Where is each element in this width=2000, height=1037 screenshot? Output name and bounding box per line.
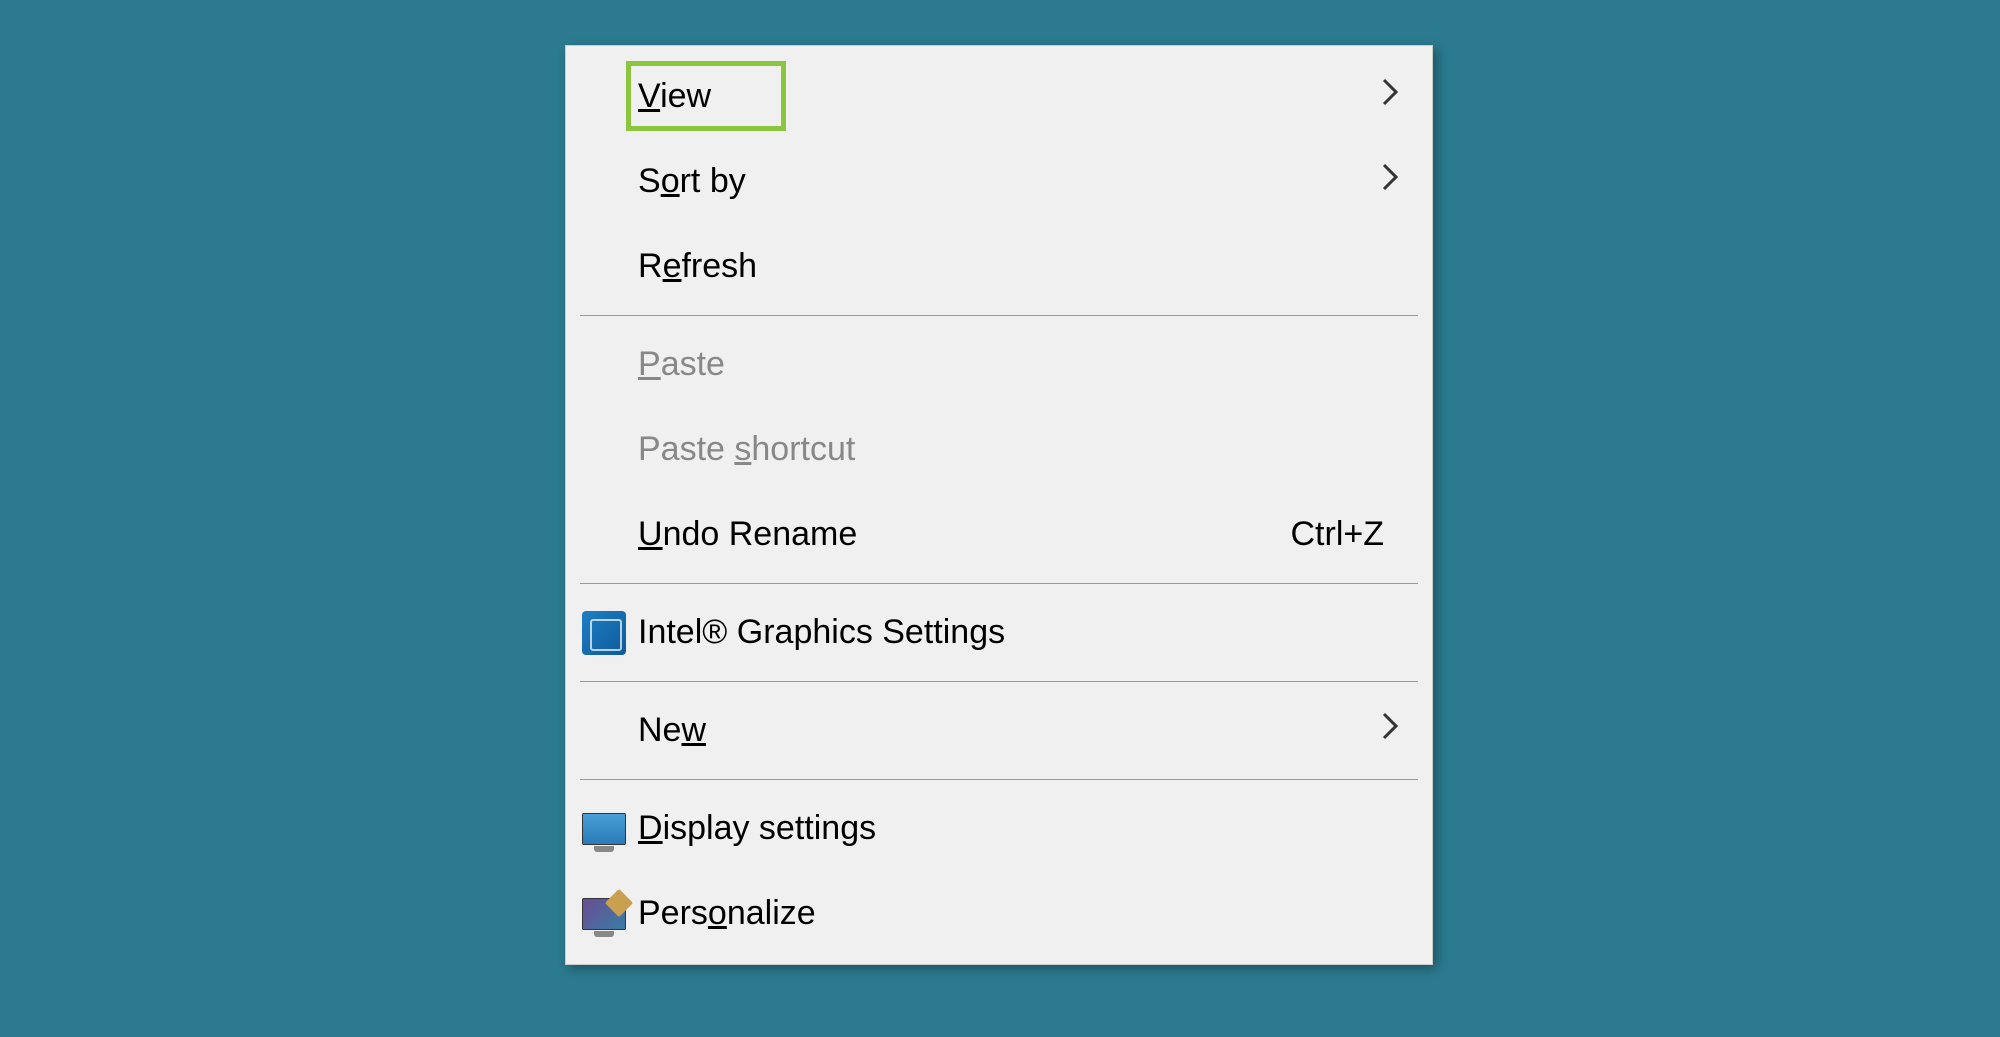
menu-item-refresh[interactable]: Refresh: [566, 224, 1432, 309]
menu-separator: [580, 583, 1418, 584]
menu-item-paste-shortcut: Paste shortcut: [566, 407, 1432, 492]
menu-item-label: View: [638, 77, 1404, 116]
menu-separator: [580, 681, 1418, 682]
menu-item-shortcut: Ctrl+Z: [1291, 515, 1385, 554]
chevron-right-icon: [1380, 75, 1400, 118]
menu-item-label: New: [638, 711, 1404, 750]
menu-item-personalize[interactable]: Personalize: [566, 871, 1432, 956]
chevron-right-icon: [1380, 160, 1400, 203]
menu-item-display-settings[interactable]: Display settings: [566, 786, 1432, 871]
menu-item-undo-rename[interactable]: Undo Rename Ctrl+Z: [566, 492, 1432, 577]
menu-item-label: Display settings: [638, 809, 1404, 848]
menu-item-label: Refresh: [638, 247, 1404, 286]
menu-item-new[interactable]: New: [566, 688, 1432, 773]
menu-item-label: Sort by: [638, 162, 1404, 201]
menu-item-label: Personalize: [638, 894, 1404, 933]
display-icon: [580, 805, 628, 853]
menu-item-paste: Paste: [566, 322, 1432, 407]
chevron-right-icon: [1380, 709, 1400, 752]
desktop-context-menu: View Sort by Refresh Paste Paste shortcu…: [565, 45, 1433, 965]
menu-item-label: Paste: [638, 345, 1404, 384]
menu-separator: [580, 315, 1418, 316]
menu-item-sort-by[interactable]: Sort by: [566, 139, 1432, 224]
menu-item-intel-graphics[interactable]: Intel® Graphics Settings: [566, 590, 1432, 675]
menu-item-label: Paste shortcut: [638, 430, 1404, 469]
menu-item-label: Undo Rename: [638, 515, 1291, 554]
intel-graphics-icon: [580, 609, 628, 657]
menu-separator: [580, 779, 1418, 780]
menu-item-view[interactable]: View: [566, 54, 1432, 139]
menu-item-label: Intel® Graphics Settings: [638, 613, 1404, 652]
personalize-icon: [580, 890, 628, 938]
